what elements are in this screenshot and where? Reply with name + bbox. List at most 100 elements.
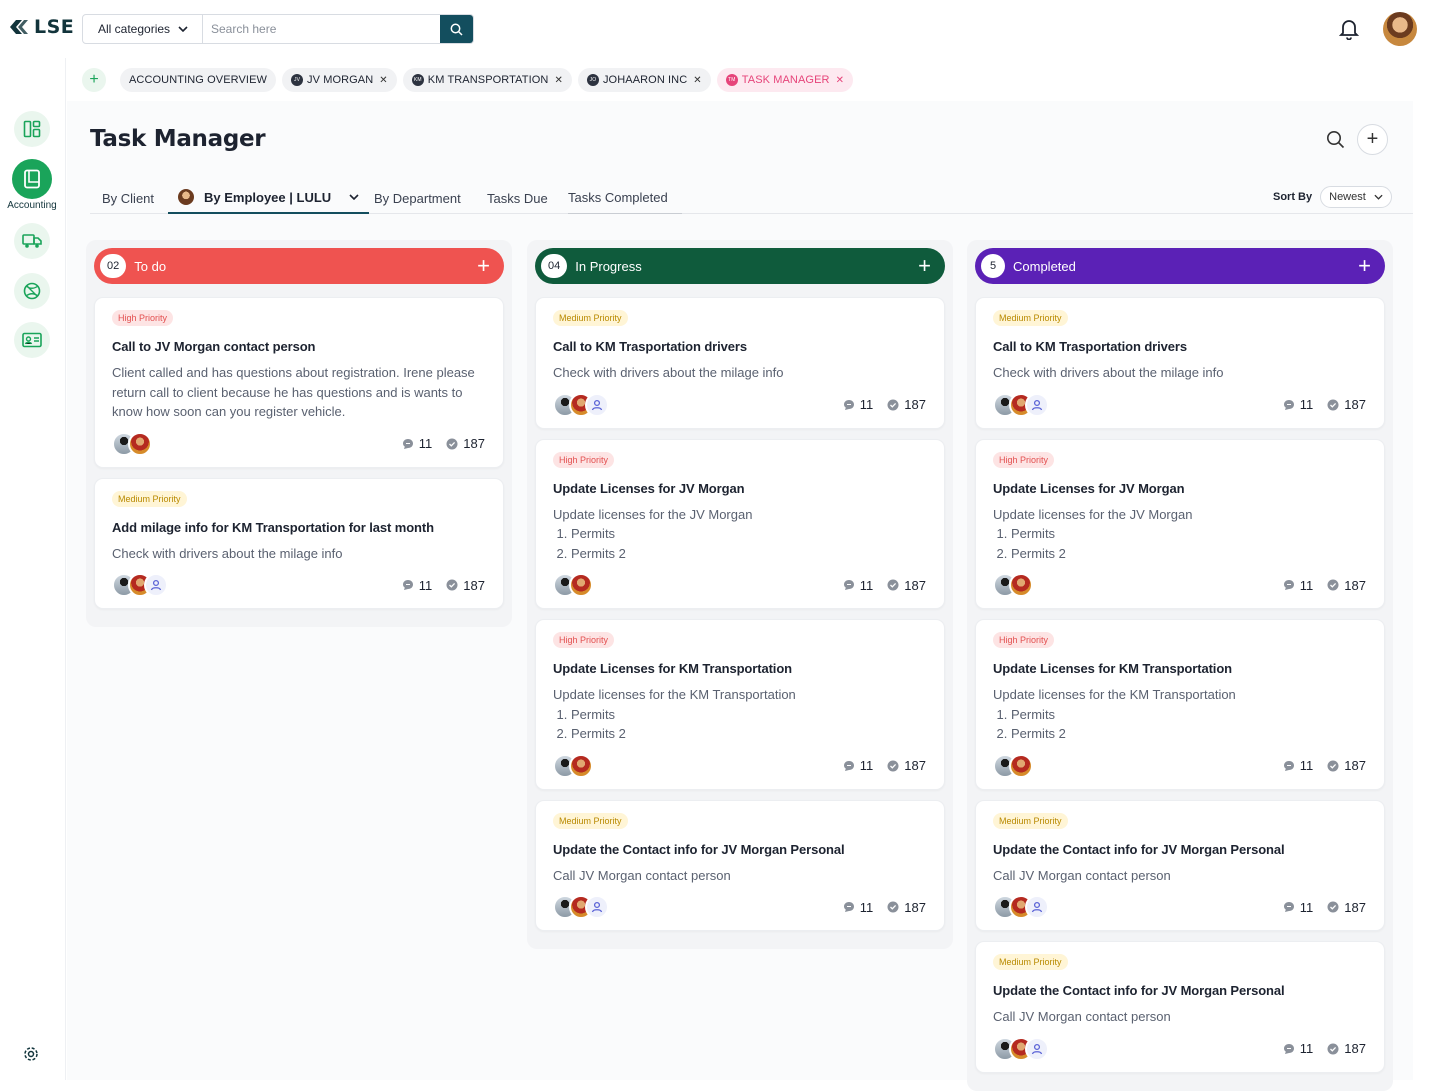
checks-count[interactable]: 187 xyxy=(887,900,926,915)
user-icon xyxy=(591,399,603,410)
tab-label: By Department xyxy=(374,190,461,206)
add-assignee-button[interactable] xyxy=(1025,1036,1049,1061)
tab-by-employee[interactable]: By Employee | LULU xyxy=(168,182,370,214)
user-avatar[interactable] xyxy=(1383,12,1417,46)
checks-value: 187 xyxy=(904,577,926,593)
category-select[interactable]: All categories xyxy=(83,15,203,43)
checks-count[interactable]: 187 xyxy=(446,436,485,451)
add-task-button[interactable]: + xyxy=(1357,124,1388,155)
add-assignee-button[interactable] xyxy=(1025,392,1049,417)
logo-text: LSE xyxy=(34,16,75,38)
task-checklist: PermitsPermits 2 xyxy=(993,705,1366,744)
sort-value: Newest xyxy=(1329,191,1366,203)
assignee-avatar[interactable] xyxy=(128,431,152,456)
add-card-button[interactable]: + xyxy=(918,255,931,277)
add-tab-button[interactable]: + xyxy=(82,68,106,92)
sidebar-item-transport[interactable] xyxy=(14,223,50,259)
close-icon[interactable]: ✕ xyxy=(379,75,387,86)
column-in-progress: 04 In Progress + Medium Priority Call to KM … xyxy=(527,240,953,949)
task-card[interactable]: Medium Priority Add milage info for KM Tr… xyxy=(94,477,504,609)
comments-count[interactable]: 11 xyxy=(843,397,873,412)
task-card[interactable]: High Priority Update Licenses for KM Tran… xyxy=(535,619,945,790)
tab-tasks-completed[interactable]: Tasks Completed xyxy=(568,182,682,214)
comments-count[interactable]: 11 xyxy=(843,578,873,593)
checks-count[interactable]: 187 xyxy=(1327,1041,1366,1056)
tab-km-transportation[interactable]: KM KM TRANSPORTATION ✕ xyxy=(402,68,572,92)
tab-task-manager[interactable]: TM TASK MANAGER ✕ xyxy=(716,68,854,92)
logo[interactable]: LSE xyxy=(6,16,74,38)
comments-count[interactable]: 11 xyxy=(1283,758,1313,773)
checks-count[interactable]: 187 xyxy=(446,578,485,593)
tab-tasks-due[interactable]: Tasks Due xyxy=(487,182,548,214)
task-footer: 11 187 xyxy=(553,392,926,418)
add-assignee-button[interactable] xyxy=(585,895,609,919)
checks-value: 187 xyxy=(463,577,485,593)
comments-count[interactable]: 11 xyxy=(1283,900,1313,915)
checks-count[interactable]: 187 xyxy=(887,397,926,412)
comments-count[interactable]: 11 xyxy=(1283,1041,1313,1056)
task-card[interactable]: Medium Priority Call to KM Trasportation … xyxy=(975,297,1385,429)
checks-count[interactable]: 187 xyxy=(1327,900,1366,915)
add-assignee-button[interactable] xyxy=(585,392,609,417)
tab-by-client[interactable]: By Client xyxy=(90,182,166,214)
comments-count[interactable]: 11 xyxy=(1283,397,1313,412)
task-checklist: PermitsPermits 2 xyxy=(553,524,926,563)
tab-accounting-overview[interactable]: ACCOUNTING OVERVIEW xyxy=(120,68,276,92)
close-icon[interactable]: ✕ xyxy=(836,75,844,86)
checks-count[interactable]: 187 xyxy=(887,578,926,593)
task-card[interactable]: Medium Priority Update the Contact info f… xyxy=(535,799,945,931)
comments-count[interactable]: 11 xyxy=(843,758,873,773)
add-card-button[interactable]: + xyxy=(1358,255,1371,277)
search-button[interactable] xyxy=(440,15,473,43)
sort-control: Sort By Newest xyxy=(1273,186,1392,208)
checks-count[interactable]: 187 xyxy=(1327,397,1366,412)
task-footer: 11 187 xyxy=(993,392,1366,418)
tab-jv-morgan[interactable]: JV JV MORGAN ✕ xyxy=(282,68,397,92)
assignee-avatar[interactable] xyxy=(569,753,593,778)
checks-count[interactable]: 187 xyxy=(887,758,926,773)
settings-button[interactable] xyxy=(23,1046,39,1067)
add-card-button[interactable]: + xyxy=(477,255,490,277)
checks-count[interactable]: 187 xyxy=(1327,758,1366,773)
task-card[interactable]: High Priority Call to JV Morgan contact p… xyxy=(94,297,504,468)
task-card[interactable]: Medium Priority Update the Contact info f… xyxy=(975,941,1385,1073)
assignee-avatar[interactable] xyxy=(1009,573,1033,597)
task-card[interactable]: Medium Priority Call to KM Trasportation … xyxy=(535,297,945,429)
task-card[interactable]: High Priority Update Licenses for JV Morg… xyxy=(535,438,945,609)
checks-value: 187 xyxy=(904,758,926,773)
task-card[interactable]: High Priority Update Licenses for JV Morg… xyxy=(975,438,1385,609)
close-icon[interactable]: ✕ xyxy=(693,75,701,86)
sort-select[interactable]: Newest xyxy=(1320,186,1392,208)
comments-count[interactable]: 11 xyxy=(402,436,432,451)
task-card[interactable]: Medium Priority Update the Contact info f… xyxy=(975,799,1385,931)
sidebar-item-dashboard[interactable] xyxy=(14,111,50,147)
comments-count[interactable]: 11 xyxy=(402,578,432,593)
sidebar-item-accounting[interactable] xyxy=(12,159,52,199)
sidebar-item-global[interactable] xyxy=(14,273,50,309)
book-icon xyxy=(24,169,40,189)
task-card[interactable]: High Priority Update Licenses for KM Tran… xyxy=(975,619,1385,790)
board-search-button[interactable] xyxy=(1326,130,1345,154)
employee-avatar xyxy=(178,189,194,205)
checklist-item: Permits xyxy=(571,524,926,544)
notifications-button[interactable] xyxy=(1338,18,1360,45)
comments-count[interactable]: 11 xyxy=(843,900,873,915)
chevron-down-icon[interactable] xyxy=(349,194,359,200)
tab-by-department[interactable]: By Department xyxy=(374,182,461,214)
lse-logo-icon xyxy=(10,20,28,34)
assignee-avatar[interactable] xyxy=(1009,753,1033,778)
checks-count[interactable]: 187 xyxy=(1327,578,1366,593)
check-circle-icon xyxy=(1327,399,1339,410)
add-assignee-button[interactable] xyxy=(1025,895,1049,919)
comments-count[interactable]: 11 xyxy=(1283,578,1313,593)
add-assignee-button[interactable] xyxy=(144,573,168,597)
assignee-avatar[interactable] xyxy=(569,573,593,597)
client-icon: JO xyxy=(586,74,599,86)
search-input[interactable] xyxy=(203,15,440,43)
sidebar-item-contacts[interactable] xyxy=(14,322,50,358)
task-description: Update licenses for the KM Transportatio… xyxy=(993,687,1236,702)
task-title: Add milage info for KM Transportation fo… xyxy=(112,519,434,535)
close-icon[interactable]: ✕ xyxy=(554,75,562,86)
bell-icon xyxy=(1338,20,1360,41)
tab-johaaron-inc[interactable]: JO JOHAARON INC ✕ xyxy=(577,68,711,92)
